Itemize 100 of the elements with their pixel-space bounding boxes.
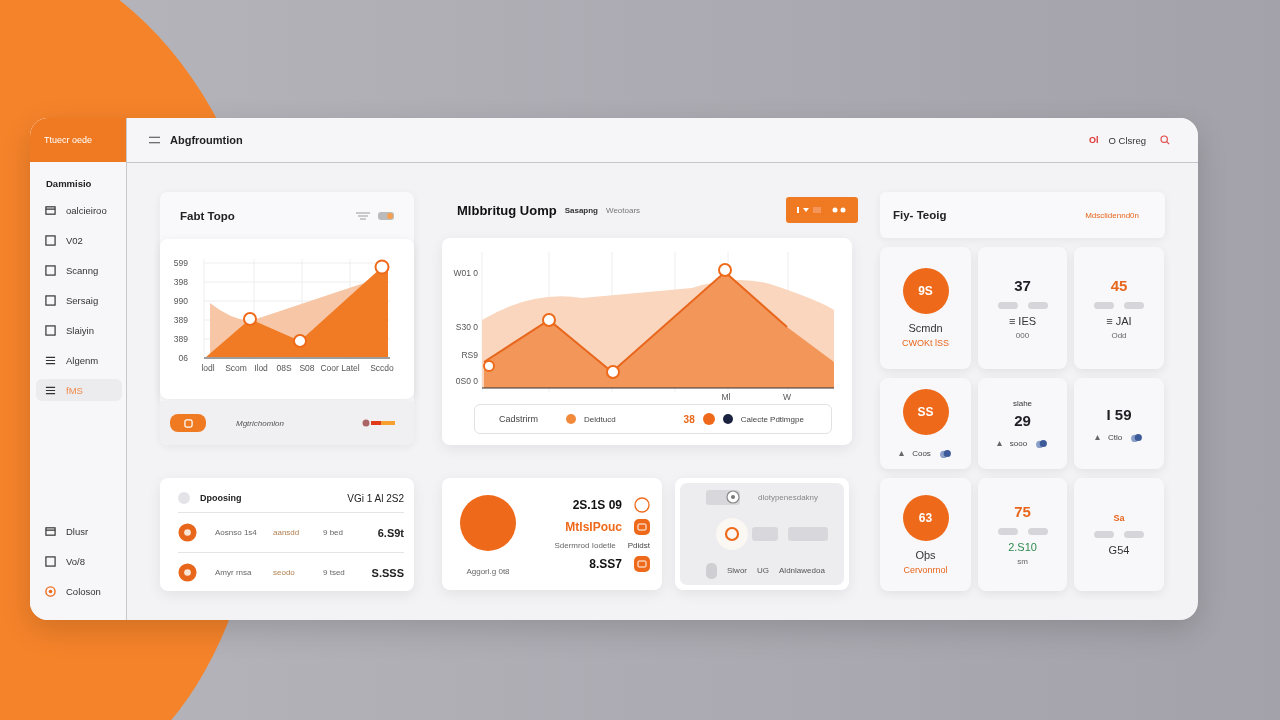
table-cell-text: 9 bed: [323, 528, 345, 537]
list-title: Dpoosing: [200, 493, 242, 503]
status-dot-icon: [178, 492, 190, 504]
stat-value: 75: [1014, 503, 1031, 520]
sidebar-item[interactable]: V02: [36, 229, 122, 251]
summary-value: MtlsIPouc: [565, 519, 622, 534]
placeholder-bar: [997, 301, 1018, 309]
progress-drawing: [362, 419, 396, 427]
sidebar-item[interactable]: oalcieiroo: [36, 199, 122, 221]
table-cell-text: seodo: [273, 568, 296, 577]
axis-label: RS9: [461, 350, 478, 360]
chart-title: Mlbbritug Uomp: [457, 202, 557, 218]
stat-caption: Ctlo: [1107, 432, 1123, 442]
hint-text: dlotypenesdakny: [758, 492, 819, 502]
placeholder-bar: [1027, 301, 1048, 309]
axis-label: 990: [173, 296, 188, 306]
table-cell-text: 9 tsed: [323, 568, 346, 577]
toolbar-button[interactable]: [786, 197, 858, 223]
stat-value: 37: [1014, 276, 1031, 294]
account-name[interactable]: O Clsreg: [1108, 134, 1146, 146]
stat-badge: 9S: [902, 268, 949, 314]
axis-label: lodl: [201, 363, 215, 373]
square-icon: [45, 324, 56, 336]
stat-label: G54: [1108, 544, 1130, 556]
slider-knob[interactable]: [726, 489, 740, 504]
calendar-icon[interactable]: [634, 518, 650, 535]
stat-caption: sm: [1017, 557, 1028, 566]
stat-label: ≡ IES: [1008, 314, 1037, 327]
stat-caption: Coos: [912, 449, 931, 458]
chart-note: Weotoars: [606, 205, 641, 215]
legend-label: Deldtucd: [584, 414, 616, 424]
stat-label: 2.S10: [1008, 541, 1037, 553]
summary-value: 8.SS7: [589, 556, 622, 571]
stat-label: Oþs: [915, 548, 936, 561]
table-cell: 6.S9t: [377, 526, 404, 539]
axis-label: 599: [173, 258, 188, 268]
control-label: UG: [757, 566, 769, 575]
stat-label: ≡ JAI: [1106, 314, 1132, 327]
total-value: VGi 1 Al 2S2: [347, 492, 404, 504]
data-point: [483, 360, 495, 372]
panel-title: Fiy- Teoig: [893, 209, 947, 221]
axis-label: Coor Latel: [320, 363, 360, 373]
axis-label: 389: [173, 315, 188, 325]
placeholder-bar: [1094, 531, 1114, 538]
caret-icon: [1094, 434, 1100, 440]
search-icon[interactable]: [1160, 135, 1170, 145]
menu-icon[interactable]: [149, 136, 160, 144]
square-icon: [183, 418, 193, 428]
panel-title: Fabt Topo: [180, 209, 235, 222]
stat-value: 45: [1110, 276, 1128, 294]
sidebar-item[interactable]: Coloson: [36, 580, 122, 602]
square-icon: [45, 294, 56, 306]
stat-caption: Cervonrnol: [903, 564, 948, 575]
sidebar-item[interactable]: Sersaig: [36, 289, 122, 311]
data-point: [542, 313, 556, 327]
summary-value: 2S.1S 09: [572, 497, 622, 512]
stat-value: 29: [1014, 412, 1031, 429]
slider-track[interactable]: [706, 489, 740, 505]
circle-icon[interactable]: [634, 496, 650, 513]
summary-label: Pdidst: [627, 540, 650, 550]
table-cell-text: Amyr rnsa: [215, 568, 253, 577]
data-point: [718, 263, 732, 277]
stat-label: slahe: [1012, 399, 1033, 408]
control-label: Aldnlawedoa: [779, 566, 825, 575]
coin-icon: [178, 523, 197, 542]
action-button[interactable]: [170, 414, 206, 432]
toggle-switch[interactable]: [378, 211, 394, 220]
window-icon: [45, 204, 56, 216]
stat-caption: CWOKt lSS: [902, 338, 949, 348]
control-label: Slwor: [727, 566, 747, 575]
sidebar-item[interactable]: Slaiyin: [36, 319, 122, 341]
stat-value: Sa: [1113, 513, 1125, 523]
stat-badge: 63: [902, 494, 949, 541]
target-icon: [45, 585, 56, 597]
stat-caption: 000: [1015, 330, 1030, 340]
table-cell: S.SSS: [371, 566, 404, 579]
calendar-icon[interactable]: [634, 555, 650, 572]
axis-label: Scom: [225, 363, 247, 373]
axis-label: Ilod: [254, 363, 268, 373]
summary-value: Sdermrod Iodetle: [554, 540, 616, 550]
placeholder-bar: [1124, 531, 1144, 538]
placeholder-bar: [997, 528, 1018, 535]
sidebar-item[interactable]: Dlusr: [36, 520, 122, 542]
placeholder-bar: [1094, 301, 1114, 309]
axis-label: S30 0: [455, 322, 478, 332]
sidebar-item[interactable]: Algenm: [36, 349, 122, 371]
notification-badge[interactable]: Ol: [1089, 135, 1099, 145]
data-point: [243, 312, 257, 326]
axis-label: 389: [173, 334, 188, 344]
sidebar-item[interactable]: Scanng: [36, 259, 122, 281]
sidebar-item[interactable]: Vo/8: [36, 550, 122, 572]
placeholder-bar: [1124, 301, 1144, 309]
caption: Aggorl.g 0t8: [466, 567, 510, 576]
target-icon[interactable]: [716, 517, 748, 550]
toolbar-icons: [797, 206, 847, 214]
placeholder-bar: [1027, 528, 1048, 535]
data-point: [374, 259, 390, 275]
menu-icon: [45, 384, 56, 396]
caret-icon: [996, 441, 1002, 446]
stat-badge: SS: [902, 389, 949, 435]
